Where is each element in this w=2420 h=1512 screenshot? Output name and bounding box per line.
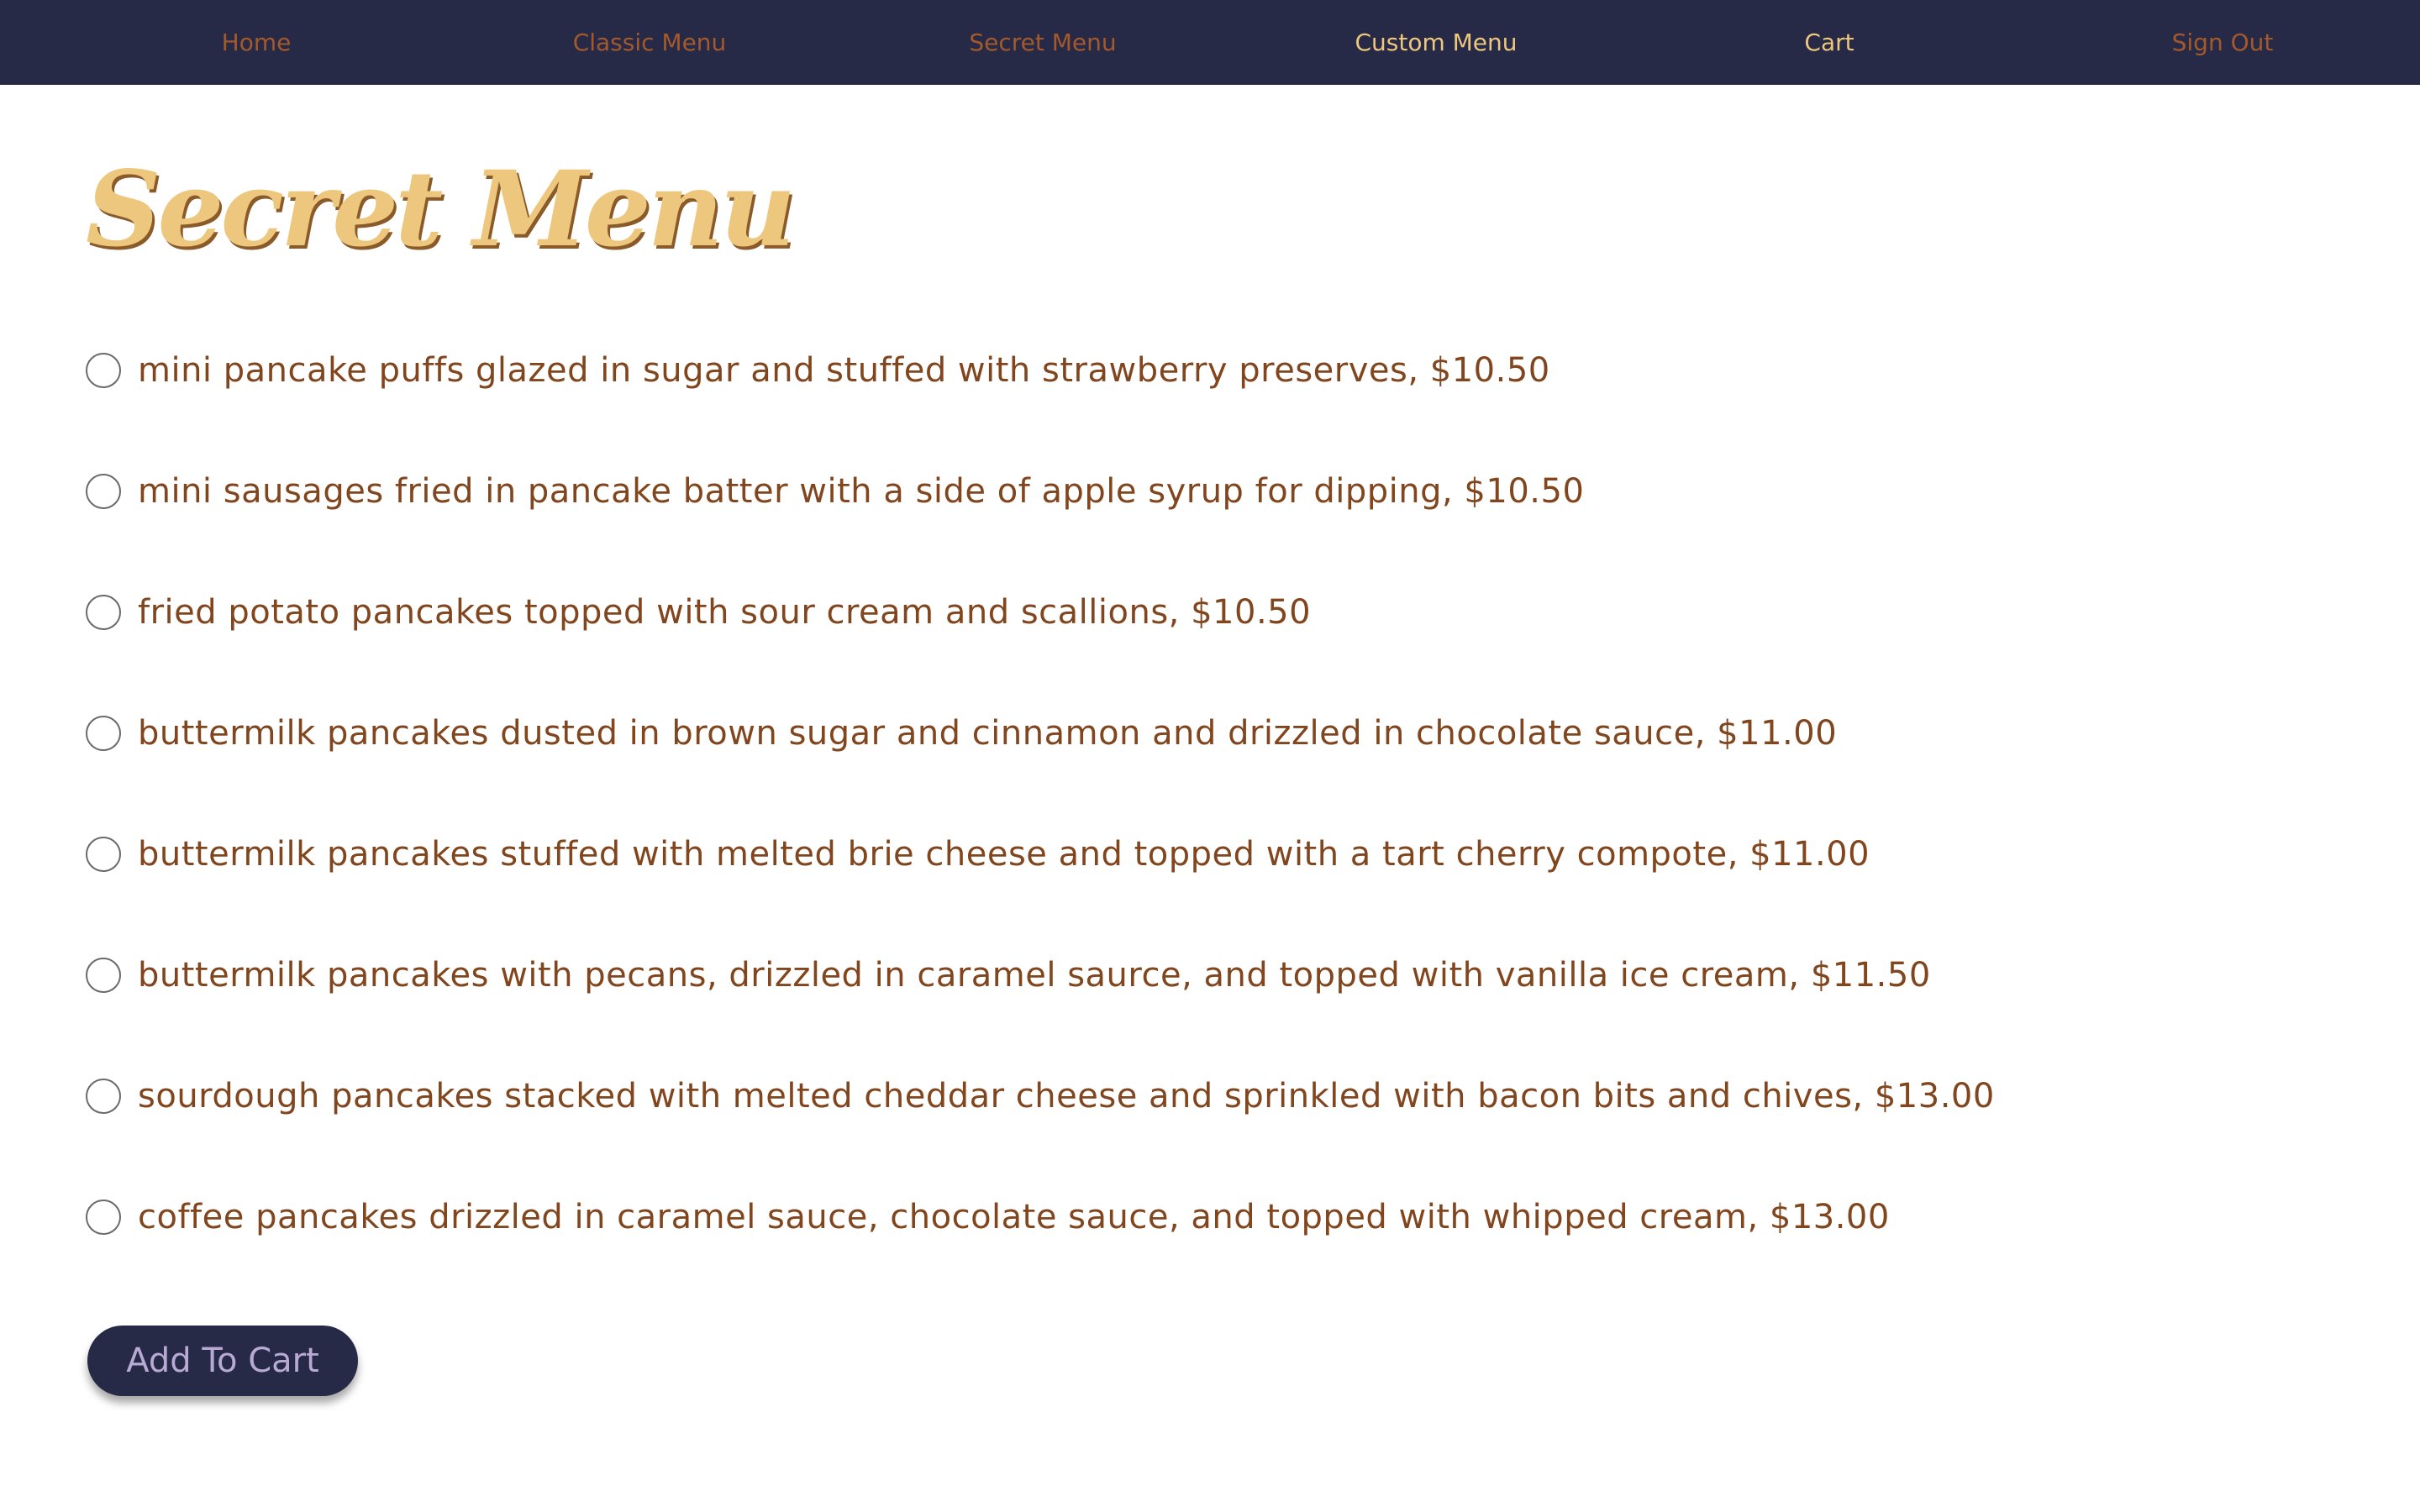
page-title: Secret Menu [86,149,796,270]
top-navbar: Home Classic Menu Secret Menu Custom Men… [0,0,2420,85]
menu-item[interactable]: mini sausages fried in pancake batter wi… [86,470,1584,512]
item-radio-button[interactable] [86,837,121,872]
menu-item[interactable]: buttermilk pancakes dusted in brown suga… [86,712,1837,754]
menu-item-label: mini sausages fried in pancake batter wi… [138,472,1585,511]
menu-item[interactable]: coffee pancakes drizzled in caramel sauc… [86,1196,1890,1238]
item-radio-button[interactable] [86,595,121,630]
menu-item-label: fried potato pancakes topped with sour c… [138,593,1312,632]
menu-item[interactable]: buttermilk pancakes stuffed with melted … [86,833,1870,875]
nav-cart-link[interactable]: Cart [1804,0,1854,85]
menu-item[interactable]: sourdough pancakes stacked with melted c… [86,1075,1995,1117]
nav-secret-menu-link[interactable]: Secret Menu [969,0,1116,85]
nav-custom-menu-link[interactable]: Custom Menu [1355,0,1517,85]
add-to-cart-button[interactable]: Add To Cart [87,1326,358,1396]
menu-item-label: mini pancake puffs glazed in sugar and s… [138,351,1550,390]
nav-home-link[interactable]: Home [222,0,292,85]
menu-item[interactable]: mini pancake puffs glazed in sugar and s… [86,349,1550,391]
item-radio-button[interactable] [86,474,121,509]
item-radio-button[interactable] [86,353,121,388]
menu-item-label: buttermilk pancakes stuffed with melted … [138,835,1870,874]
item-radio-button[interactable] [86,1079,121,1114]
menu-item[interactable]: fried potato pancakes topped with sour c… [86,591,1311,633]
menu-item-label: buttermilk pancakes with pecans, drizzle… [138,956,1931,995]
menu-item-label: buttermilk pancakes dusted in brown suga… [138,714,1838,753]
nav-classic-menu-link[interactable]: Classic Menu [573,0,727,85]
nav-sign-out-link[interactable]: Sign Out [2172,0,2274,85]
item-radio-button[interactable] [86,716,121,751]
menu-item[interactable]: buttermilk pancakes with pecans, drizzle… [86,954,1931,996]
item-radio-button[interactable] [86,958,121,993]
item-radio-button[interactable] [86,1200,121,1235]
menu-item-label: sourdough pancakes stacked with melted c… [138,1077,1995,1116]
menu-item-label: coffee pancakes drizzled in caramel sauc… [138,1198,1890,1236]
